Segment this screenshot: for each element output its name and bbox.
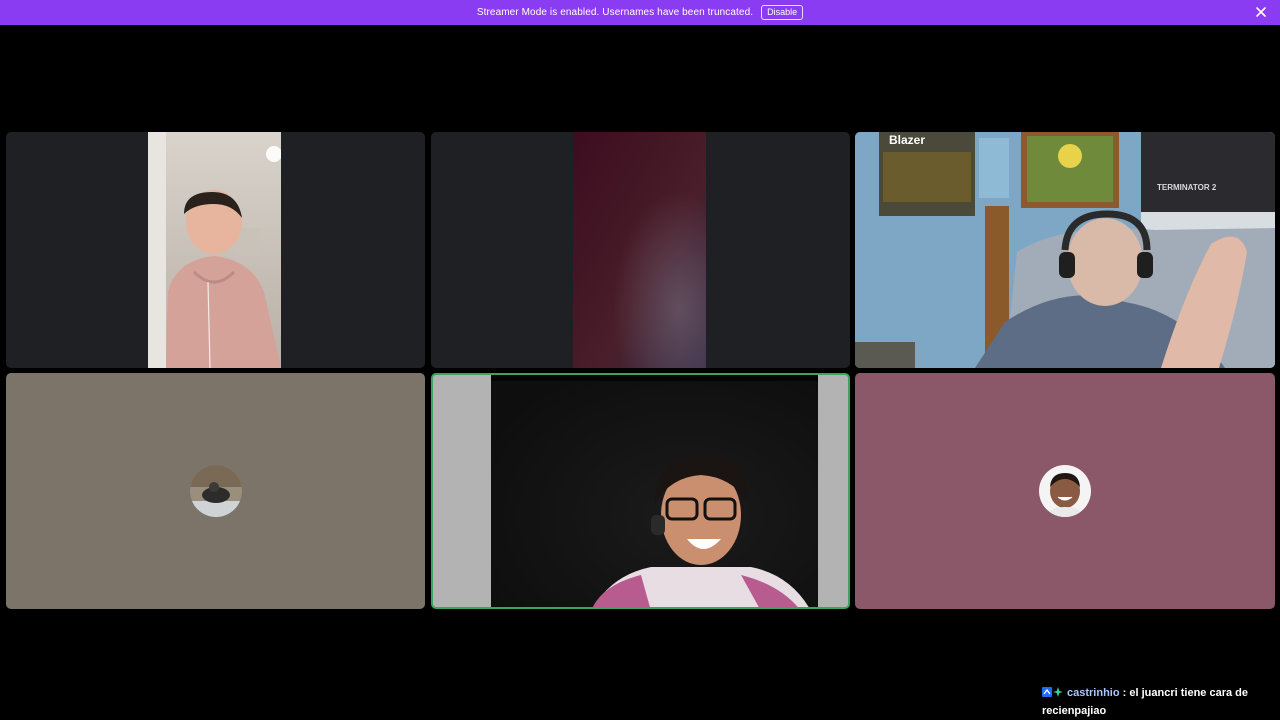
svg-text:TERMINATOR 2: TERMINATOR 2 [1157, 183, 1217, 192]
streamer-mode-banner: Streamer Mode is enabled. Usernames have… [0, 0, 1280, 25]
chat-username[interactable]: castrinhio [1067, 687, 1120, 699]
participant-video [573, 132, 706, 368]
video-tile-3[interactable]: Blazer TERMINATOR 2 [855, 132, 1275, 368]
participant-video: Blazer TERMINATOR 2 [855, 132, 1275, 368]
video-tile-6[interactable] [855, 373, 1275, 609]
video-tile-1[interactable] [6, 132, 425, 368]
user-avatar [1039, 465, 1091, 517]
participant-video [148, 132, 281, 368]
sparkle-badge-icon [1053, 687, 1063, 697]
chat-message: castrinhio : el juancri tiene cara de re… [1042, 685, 1270, 719]
chat-separator: : [1122, 687, 1127, 699]
video-tile-5[interactable] [431, 373, 850, 609]
prime-badge-icon [1042, 687, 1052, 697]
chat-badges [1042, 687, 1064, 703]
streamer-mode-message: Streamer Mode is enabled. Usernames have… [476, 7, 754, 18]
participant-video [491, 375, 818, 607]
disable-streamer-mode-button[interactable]: Disable [761, 5, 804, 20]
video-tile-2[interactable] [431, 132, 850, 368]
video-tile-4[interactable] [6, 373, 425, 609]
svg-text:Blazer: Blazer [889, 133, 925, 147]
call-window: Streamer Mode is enabled. Usernames have… [0, 0, 1280, 720]
user-avatar [189, 465, 242, 517]
close-icon[interactable] [1254, 5, 1268, 19]
